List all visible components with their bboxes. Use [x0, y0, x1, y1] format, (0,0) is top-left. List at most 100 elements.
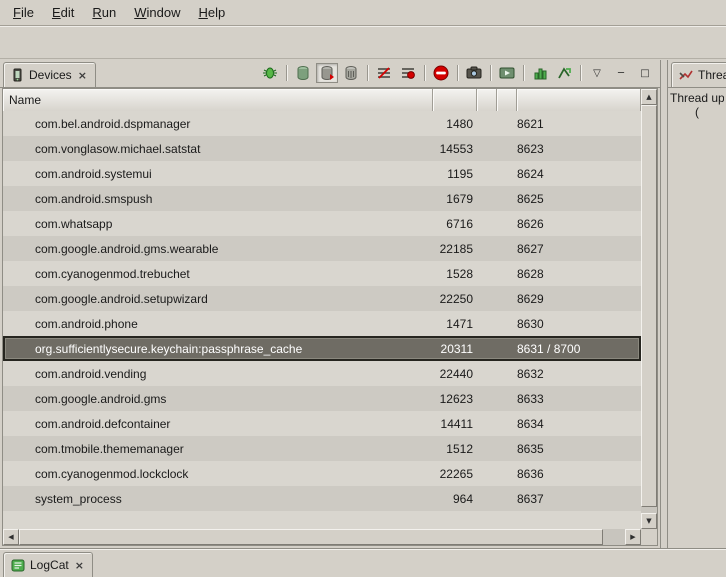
devices-toolbar: ▽ ─ □: [259, 63, 660, 87]
table-row[interactable]: com.google.android.gms.wearable 22185 86…: [3, 236, 641, 261]
menu-window[interactable]: Window: [125, 2, 189, 23]
toolbar-separator: [286, 65, 287, 81]
cell-name: com.google.android.gms: [3, 392, 433, 406]
devices-panel-header: Devices ×: [0, 60, 660, 88]
tab-devices-label: Devices: [29, 68, 72, 82]
cell-name: com.android.smspush: [3, 192, 433, 206]
table-row[interactable]: com.whatsapp 6716 8626: [3, 211, 641, 236]
hierarchy-view-icon[interactable]: [553, 63, 575, 83]
cell-pid: 964: [433, 492, 477, 506]
cell-pid: 6716: [433, 217, 477, 231]
column-header-pid[interactable]: [433, 89, 477, 111]
close-icon[interactable]: ×: [77, 70, 88, 81]
scroll-up-icon[interactable]: ▲: [641, 89, 657, 105]
cell-name: com.whatsapp: [3, 217, 433, 231]
table-row[interactable]: com.google.android.gms 12623 8633: [3, 386, 641, 411]
cell-name: org.sufficientlysecure.keychain:passphra…: [3, 342, 433, 356]
horizontal-scrollbar[interactable]: ◀ ▶: [3, 529, 641, 545]
table-row[interactable]: com.cyanogenmod.lockclock 22265 8636: [3, 461, 641, 486]
toolbar-separator: [457, 65, 458, 81]
menu-run[interactable]: Run: [83, 2, 125, 23]
debug-process-icon[interactable]: [259, 63, 281, 83]
stop-process-icon[interactable]: [430, 63, 452, 83]
cell-name: com.bel.android.dspmanager: [3, 117, 433, 131]
screen-record-icon[interactable]: [496, 63, 518, 83]
cell-name: com.android.phone: [3, 317, 433, 331]
tab-devices[interactable]: Devices ×: [3, 62, 96, 87]
tab-logcat[interactable]: LogCat ×: [3, 552, 93, 577]
vertical-scrollbar[interactable]: ▲ ▼: [641, 89, 657, 529]
table-row[interactable]: com.android.phone 1471 8630: [3, 311, 641, 336]
menu-file[interactable]: File: [4, 2, 43, 23]
cell-name: com.google.android.setupwizard: [3, 292, 433, 306]
table-row[interactable]: com.android.smspush 1679 8625: [3, 186, 641, 211]
column-header-a[interactable]: [477, 89, 497, 111]
horizontal-scroll-thumb[interactable]: [19, 529, 603, 545]
cell-port: 8625: [517, 192, 641, 206]
cell-pid: 20311: [433, 342, 477, 356]
cell-port: 8636: [517, 467, 641, 481]
cause-gc-icon[interactable]: [340, 63, 362, 83]
device-process-table: Name com.bel.android.dspmanager 1480 862…: [2, 88, 658, 546]
toolbar-separator: [424, 65, 425, 81]
cell-pid: 14411: [433, 417, 477, 431]
vertical-scroll-thumb[interactable]: [641, 105, 657, 507]
cell-port: 8632: [517, 367, 641, 381]
device-icon: [11, 68, 24, 82]
dump-hprof-icon[interactable]: [316, 63, 338, 83]
threads-message: Thread up (: [668, 88, 726, 548]
cell-pid: 1480: [433, 117, 477, 131]
tab-threads[interactable]: Threads: [671, 62, 726, 87]
column-header-name[interactable]: Name: [3, 89, 433, 111]
minimize-icon[interactable]: ─: [610, 63, 632, 83]
cell-pid: 22440: [433, 367, 477, 381]
view-menu-icon[interactable]: ▽: [586, 63, 608, 83]
cell-pid: 22185: [433, 242, 477, 256]
close-icon[interactable]: ×: [74, 560, 85, 571]
scroll-down-icon[interactable]: ▼: [641, 513, 657, 529]
bottom-bar: LogCat ×: [0, 548, 726, 577]
update-threads-icon[interactable]: [373, 63, 395, 83]
table-row[interactable]: com.android.vending 22440 8632: [3, 361, 641, 386]
scroll-right-icon[interactable]: ▶: [625, 529, 641, 545]
screen-capture-icon[interactable]: [463, 63, 485, 83]
cell-name: system_process: [3, 492, 433, 506]
threads-panel: Threads Thread up (: [667, 60, 726, 548]
cell-pid: 22250: [433, 292, 477, 306]
scroll-left-icon[interactable]: ◀: [3, 529, 19, 545]
cell-name: com.cyanogenmod.trebuchet: [3, 267, 433, 281]
start-method-profiling-icon[interactable]: [397, 63, 419, 83]
cell-port: 8633: [517, 392, 641, 406]
update-heap-icon[interactable]: [292, 63, 314, 83]
sysinfo-icon[interactable]: [529, 63, 551, 83]
table-row[interactable]: com.android.systemui 1195 8624: [3, 161, 641, 186]
cell-port: 8629: [517, 292, 641, 306]
maximize-icon[interactable]: □: [634, 63, 656, 83]
cell-port: 8626: [517, 217, 641, 231]
threads-icon: [679, 69, 693, 82]
table-row[interactable]: com.google.android.setupwizard 22250 862…: [3, 286, 641, 311]
cell-port: 8631 / 8700: [517, 342, 641, 356]
threads-message-line: (: [670, 105, 724, 119]
table-row[interactable]: com.bel.android.dspmanager 1480 8621: [3, 111, 641, 136]
column-header-b[interactable]: [497, 89, 517, 111]
table-row[interactable]: com.cyanogenmod.trebuchet 1528 8628: [3, 261, 641, 286]
table-row[interactable]: org.sufficientlysecure.keychain:passphra…: [3, 336, 641, 361]
cell-port: 8621: [517, 117, 641, 131]
toolbar-separator: [367, 65, 368, 81]
toolbar-separator: [523, 65, 524, 81]
cell-pid: 1471: [433, 317, 477, 331]
toolbar-separator: [490, 65, 491, 81]
table-row[interactable]: system_process 964 8637: [3, 486, 641, 511]
menu-help[interactable]: Help: [189, 2, 234, 23]
menu-edit[interactable]: Edit: [43, 2, 83, 23]
menu-bar: File Edit Run Window Help: [0, 0, 726, 26]
table-row[interactable]: com.android.defcontainer 14411 8634: [3, 411, 641, 436]
cell-port: 8628: [517, 267, 641, 281]
cell-port: 8637: [517, 492, 641, 506]
table-row[interactable]: com.tmobile.thememanager 1512 8635: [3, 436, 641, 461]
cell-port: 8624: [517, 167, 641, 181]
cell-pid: 14553: [433, 142, 477, 156]
column-header-port[interactable]: [517, 89, 641, 111]
table-row[interactable]: com.vonglasow.michael.satstat 14553 8623: [3, 136, 641, 161]
